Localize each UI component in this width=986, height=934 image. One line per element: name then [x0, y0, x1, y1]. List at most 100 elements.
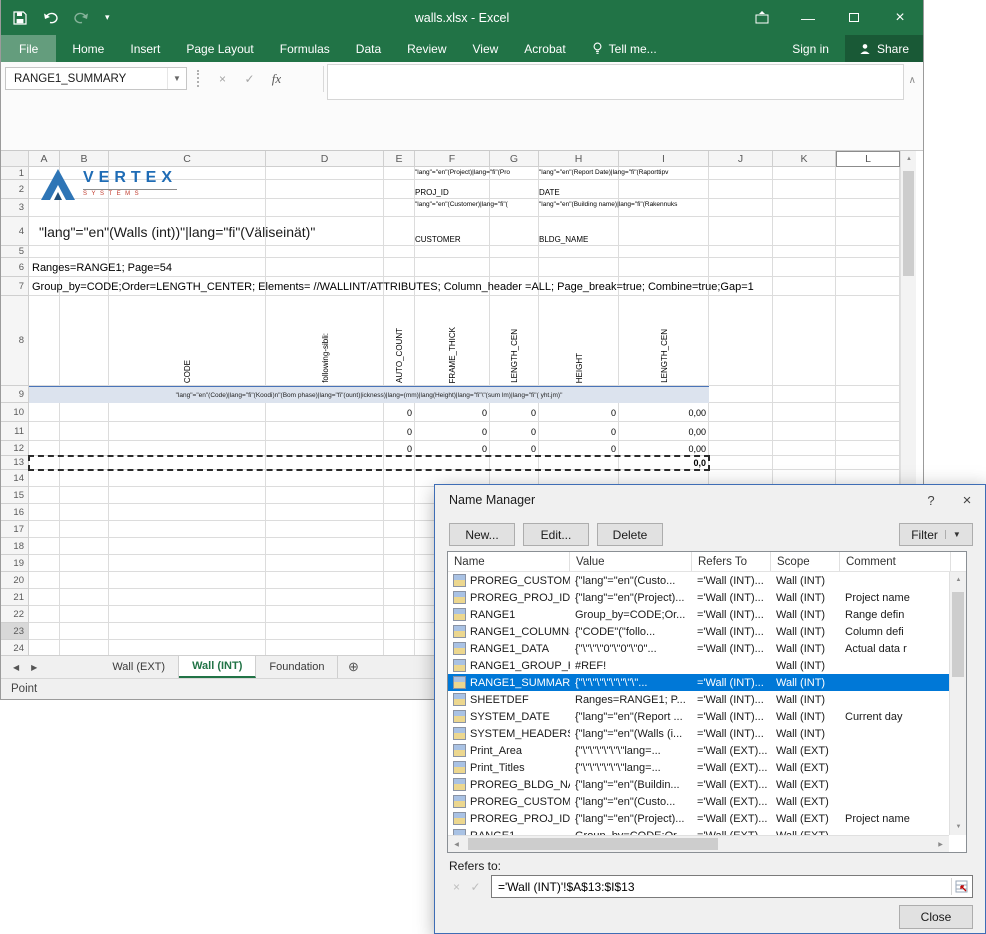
list-horizontal-scroll-thumb[interactable]	[468, 838, 718, 850]
save-button[interactable]	[13, 11, 27, 25]
row-header-20[interactable]: 20	[1, 572, 29, 589]
cell-A23[interactable]	[29, 623, 60, 640]
cell-D13[interactable]	[266, 456, 384, 470]
cell-B8[interactable]	[60, 296, 109, 386]
cell-J11[interactable]	[709, 422, 773, 441]
row-header-23[interactable]: 23	[1, 623, 29, 640]
column-header-F[interactable]: F	[415, 151, 490, 167]
column-header-J[interactable]: J	[709, 151, 773, 167]
cell-content-I8[interactable]: LENGTH_CEN	[619, 296, 709, 386]
row-header-19[interactable]: 19	[1, 555, 29, 572]
cell-D21[interactable]	[266, 589, 384, 606]
name-manager-row[interactable]: RANGE1_COLUMNS{"CODE"("follo...='Wall (I…	[448, 623, 949, 640]
column-header-D[interactable]: D	[266, 151, 384, 167]
tell-me-tab[interactable]: Tell me...	[579, 35, 670, 62]
cell-E20[interactable]	[384, 572, 415, 589]
cell-A22[interactable]	[29, 606, 60, 623]
cell-content-H4[interactable]: BLDG_NAME	[539, 217, 619, 246]
cell-J10[interactable]	[709, 403, 773, 422]
cell-G5[interactable]	[490, 246, 539, 258]
cell-D20[interactable]	[266, 572, 384, 589]
row-header-16[interactable]: 16	[1, 504, 29, 521]
cell-B18[interactable]	[60, 538, 109, 555]
cell-A19[interactable]	[29, 555, 60, 572]
cell-A10[interactable]	[29, 403, 60, 422]
nm-column-header-scope[interactable]: Scope	[771, 552, 840, 571]
cell-J9[interactable]	[709, 386, 773, 403]
cell-A21[interactable]	[29, 589, 60, 606]
cell-E19[interactable]	[384, 555, 415, 572]
cell-E1[interactable]	[384, 167, 415, 180]
column-header-E[interactable]: E	[384, 151, 415, 167]
sheet-tab-wall-ext-[interactable]: Wall (EXT)	[99, 656, 179, 678]
cell-content-E10[interactable]: 0	[384, 403, 415, 422]
cell-I2[interactable]	[619, 180, 709, 199]
cancel-icon[interactable]: ×	[209, 67, 236, 90]
cell-A15[interactable]	[29, 487, 60, 504]
prev-sheet-icon[interactable]: ◀	[13, 663, 19, 672]
row-header-3[interactable]: 3	[1, 199, 29, 217]
cell-K3[interactable]	[773, 199, 836, 217]
cell-J13[interactable]	[709, 456, 773, 470]
cell-F5[interactable]	[415, 246, 490, 258]
cell-content-F12[interactable]: 0	[415, 441, 490, 456]
name-manager-row[interactable]: SHEETDEFRanges=RANGE1; P...='Wall (INT).…	[448, 691, 949, 708]
cell-content-I11[interactable]: 0,00	[619, 422, 709, 441]
cell-D10[interactable]	[266, 403, 384, 422]
list-scroll-right-icon[interactable]: ▶	[932, 836, 949, 852]
cell-content-G12[interactable]: 0	[490, 441, 539, 456]
cell-J5[interactable]	[709, 246, 773, 258]
ribbon-tab-home[interactable]: Home	[59, 35, 117, 62]
row-header-9[interactable]: 9	[1, 386, 29, 403]
list-scroll-down-icon[interactable]: ▼	[950, 819, 967, 835]
cell-content-F4[interactable]: CUSTOMER	[415, 217, 490, 246]
ribbon-tab-insert[interactable]: Insert	[117, 35, 173, 62]
cell-content-A7[interactable]: Group_by=CODE;Order=LENGTH_CENTER; Eleme…	[29, 277, 900, 296]
undo-button[interactable]	[43, 11, 58, 24]
cell-C11[interactable]	[109, 422, 266, 441]
cell-C10[interactable]	[109, 403, 266, 422]
row-header-4[interactable]: 4	[1, 217, 29, 246]
vertical-scroll-thumb[interactable]	[903, 171, 914, 276]
name-manager-row[interactable]: RANGE1_SUMMARY{"\"\"\"\"\"\"\"\"...='Wal…	[448, 674, 949, 691]
cell-D22[interactable]	[266, 606, 384, 623]
row-header-15[interactable]: 15	[1, 487, 29, 504]
cell-A24[interactable]	[29, 640, 60, 655]
cell-D18[interactable]	[266, 538, 384, 555]
row-header-7[interactable]: 7	[1, 277, 29, 296]
cell-L12[interactable]	[836, 441, 900, 456]
row-header-8[interactable]: 8	[1, 296, 29, 386]
column-header-A[interactable]: A	[29, 151, 60, 167]
cell-L3[interactable]	[836, 199, 900, 217]
row-header-10[interactable]: 10	[1, 403, 29, 422]
cell-C15[interactable]	[109, 487, 266, 504]
name-manager-row[interactable]: Print_Area{"\"\"\"\"\"\"lang=...='Wall (…	[448, 742, 949, 759]
cell-A5[interactable]	[29, 246, 60, 258]
cell-content-G11[interactable]: 0	[490, 422, 539, 441]
row-header-5[interactable]: 5	[1, 246, 29, 258]
cell-C17[interactable]	[109, 521, 266, 538]
cell-B16[interactable]	[60, 504, 109, 521]
cell-L2[interactable]	[836, 180, 900, 199]
cell-E18[interactable]	[384, 538, 415, 555]
cell-A17[interactable]	[29, 521, 60, 538]
ribbon-tab-formulas[interactable]: Formulas	[267, 35, 343, 62]
cell-A18[interactable]	[29, 538, 60, 555]
cell-content-F10[interactable]: 0	[415, 403, 490, 422]
cell-B15[interactable]	[60, 487, 109, 504]
sheet-tab-foundation[interactable]: Foundation	[256, 656, 338, 678]
cell-C16[interactable]	[109, 504, 266, 521]
list-horizontal-scrollbar[interactable]: ◀ ▶	[448, 835, 949, 852]
cell-G4[interactable]	[490, 217, 539, 246]
name-manager-row[interactable]: RANGE1Group_by=CODE;Or...='Wall (EXT)...…	[448, 827, 949, 835]
cell-content-H10[interactable]: 0	[539, 403, 619, 422]
cell-content-F2[interactable]: PROJ_ID	[415, 180, 490, 199]
list-scroll-up-icon[interactable]: ▲	[950, 572, 967, 588]
name-manager-row[interactable]: RANGE1_DATA{"\"\"\"0"\"0"\"0"...='Wall (…	[448, 640, 949, 657]
cell-content-H11[interactable]: 0	[539, 422, 619, 441]
cell-J12[interactable]	[709, 441, 773, 456]
cell-B11[interactable]	[60, 422, 109, 441]
cell-G13[interactable]	[490, 456, 539, 470]
cell-F13[interactable]	[415, 456, 490, 470]
row-header-24[interactable]: 24	[1, 640, 29, 655]
